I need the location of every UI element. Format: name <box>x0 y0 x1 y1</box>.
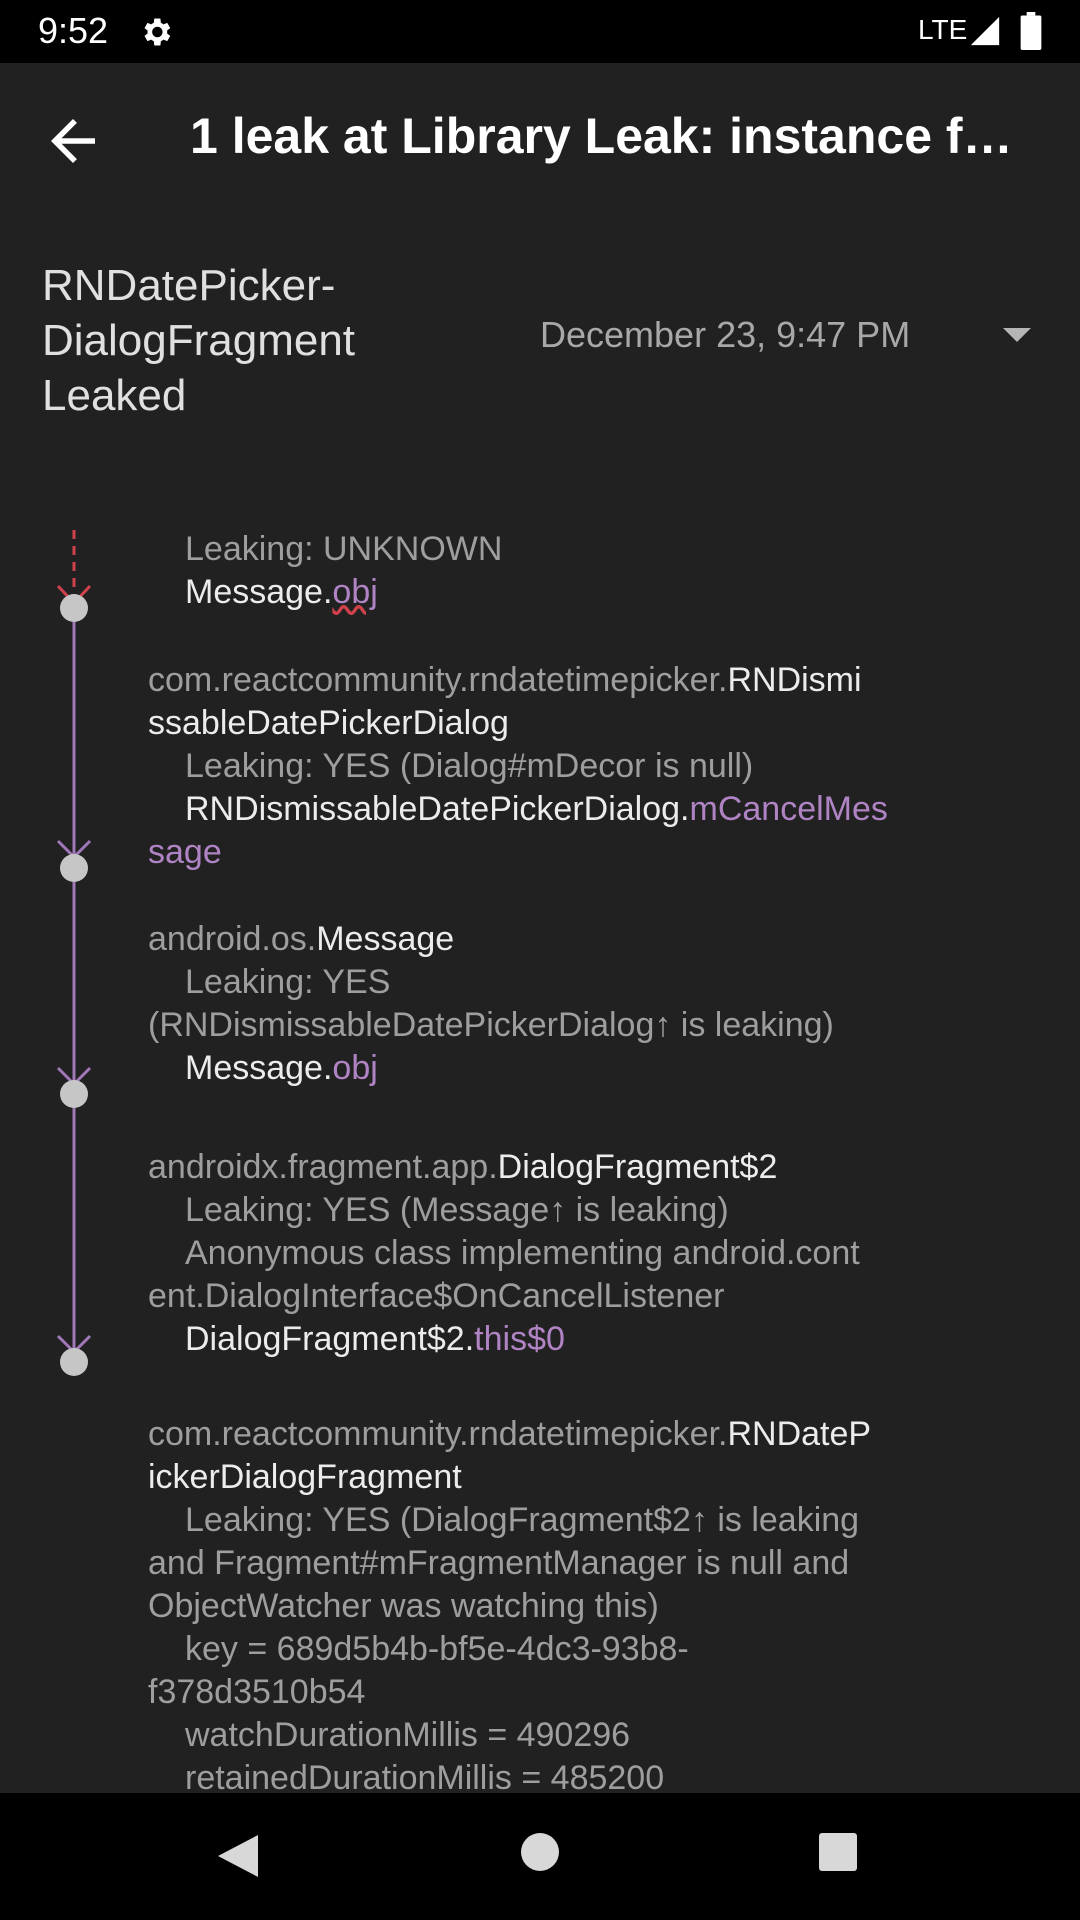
leaking-status: Leaking: YES (Dialog#mDecor is null) <box>185 747 754 785</box>
reference-line: Message.obj <box>148 1047 948 1090</box>
class-name: ssableDatePickerDialog <box>148 704 509 742</box>
class-name: ickerDialogFragment <box>148 1458 462 1496</box>
class-line: com.reactcommunity.rndatetimepicker.RNDi… <box>148 659 948 702</box>
class-line: androidx.fragment.app.DialogFragment$2 <box>148 1146 948 1189</box>
reference-field: obj <box>332 1049 378 1087</box>
battery-icon <box>1020 12 1042 50</box>
leak-title-line: RNDatePicker- <box>42 261 336 310</box>
navigation-bar <box>0 1793 1080 1920</box>
gear-icon <box>144 18 171 46</box>
class-line: com.reactcommunity.rndatetimepicker.RNDa… <box>148 1413 948 1456</box>
package-name: com.reactcommunity.rndatetimepicker. <box>148 1415 728 1453</box>
arrow-back-icon[interactable] <box>40 108 106 174</box>
leaking-status: Leaking: YES (DialogFragment$2↑ is leaki… <box>185 1501 860 1539</box>
class-name: RNDateP <box>727 1415 872 1453</box>
reference-class: RNDismissableDatePickerDialog. <box>185 790 690 828</box>
trace-node-block: com.reactcommunity.rndatetimepicker.RNDa… <box>148 1413 948 1800</box>
reference-class: Message. <box>185 573 333 611</box>
signal-icon <box>970 16 1000 46</box>
nav-home-icon[interactable] <box>519 1831 561 1873</box>
leaking-status: ObjectWatcher was watching this) <box>148 1587 659 1625</box>
leaking-status: Leaking: UNKNOWN <box>185 530 503 568</box>
leak-header[interactable]: RNDatePicker- DialogFragment Leaked Dece… <box>0 258 1080 428</box>
key-value: f378d3510b54 <box>148 1673 366 1711</box>
reference-line: Message.obj <box>148 571 948 614</box>
reference-field: obj <box>332 573 378 611</box>
app-screen: 1 leak at Library Leak: instance fi… RND… <box>0 63 1080 1797</box>
leaking-status: and Fragment#mFragmentManager is null an… <box>148 1544 850 1582</box>
leaking-status: Leaking: YES (Message↑ is leaking) <box>185 1191 729 1229</box>
watch-duration: watchDurationMillis = 490296 <box>185 1716 631 1754</box>
reference-field: sage <box>148 833 222 871</box>
trace-node <box>60 1348 88 1376</box>
class-description: ent.DialogInterface$OnCancelListener <box>148 1277 725 1315</box>
leak-trace: Leaking: UNKNOWN Message.obj com.reactco… <box>0 458 1080 1798</box>
trace-node-block: android.os.Message Leaking: YES (RNDismi… <box>148 918 948 1090</box>
leaking-status: (RNDismissableDatePickerDialog↑ is leaki… <box>148 1006 834 1044</box>
page-title: 1 leak at Library Leak: instance fi… <box>190 108 1020 164</box>
dropdown-icon[interactable] <box>1000 324 1034 346</box>
reference-line: DialogFragment$2.this$0 <box>148 1318 948 1361</box>
toolbar: 1 leak at Library Leak: instance fi… <box>0 63 1080 213</box>
class-name: DialogFragment$2 <box>497 1148 778 1186</box>
package-name: android.os. <box>148 920 317 958</box>
class-line: android.os.Message <box>148 918 948 961</box>
leak-title: RNDatePicker- DialogFragment Leaked <box>42 258 462 423</box>
status-bar: 9:52 LTE <box>0 0 1080 63</box>
trace-node-block: androidx.fragment.app.DialogFragment$2 L… <box>148 1146 948 1361</box>
trace-node-block: com.reactcommunity.rndatetimepicker.RNDi… <box>148 659 948 874</box>
nav-recents-icon[interactable] <box>817 1831 859 1873</box>
reference-line: RNDismissableDatePickerDialog.mCancelMes <box>148 788 948 831</box>
class-description: Anonymous class implementing android.con… <box>185 1234 860 1272</box>
trace-node <box>60 854 88 882</box>
trace-reference-block: Leaking: UNKNOWN Message.obj <box>148 528 948 614</box>
leak-title-line: DialogFragment <box>42 316 356 365</box>
reference-class: Message. <box>185 1049 333 1087</box>
reference-class: DialogFragment$2. <box>185 1320 475 1358</box>
key-value: key = 689d5b4b-bf5e-4dc3-93b8- <box>185 1630 689 1668</box>
reference-field: this$0 <box>474 1320 565 1358</box>
leak-date: December 23, 9:47 PM <box>540 314 911 355</box>
nav-back-icon[interactable] <box>214 1831 262 1881</box>
network-type: LTE <box>918 14 968 45</box>
leaking-status: Leaking: YES <box>185 963 391 1001</box>
package-name: androidx.fragment.app. <box>148 1148 498 1186</box>
class-name: Message <box>316 920 455 958</box>
class-name: RNDismi <box>727 661 862 699</box>
leak-title-line: Leaked <box>42 371 187 420</box>
reference-field: mCancelMes <box>689 790 888 828</box>
trace-node <box>60 1080 88 1108</box>
status-time: 9:52 <box>38 10 109 51</box>
package-name: com.reactcommunity.rndatetimepicker. <box>148 661 728 699</box>
trace-node <box>60 594 88 622</box>
